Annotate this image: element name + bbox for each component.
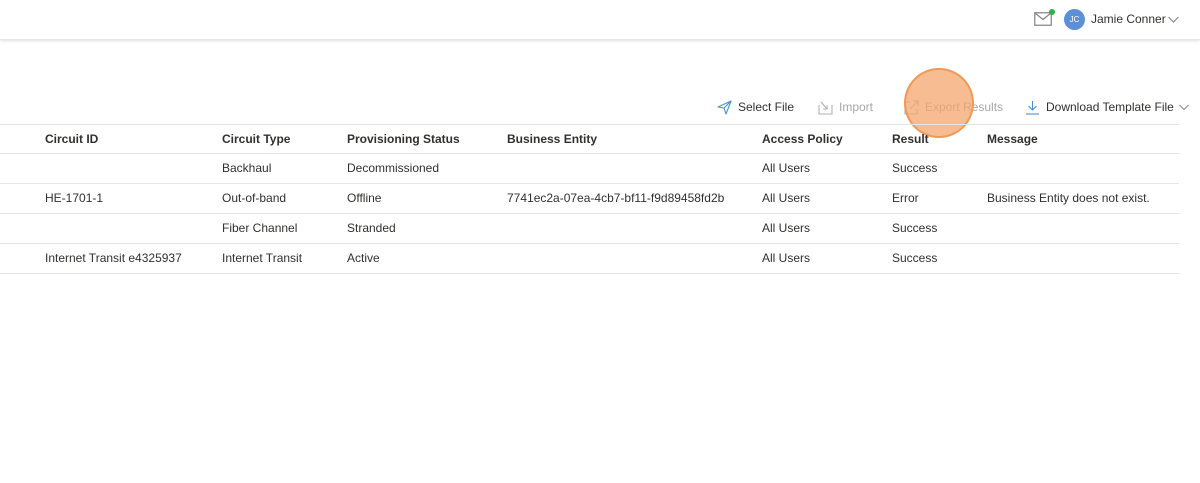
cell-circuit-type: Fiber Channel bbox=[222, 221, 298, 235]
cell-result: Success bbox=[892, 251, 938, 265]
cell-access-policy: All Users bbox=[762, 221, 811, 235]
cell-provisioning-status: Decommissioned bbox=[347, 161, 440, 175]
import-button[interactable]: Import bbox=[818, 98, 873, 116]
column-header-business-entity[interactable]: Business Entity bbox=[507, 125, 597, 153]
cell-provisioning-status: Offline bbox=[347, 191, 382, 205]
import-label: Import bbox=[839, 100, 874, 114]
column-header-circuit-type[interactable]: Circuit Type bbox=[222, 125, 290, 153]
table-header: Circuit ID Circuit Type Provisioning Sta… bbox=[0, 124, 1179, 154]
notification-dot bbox=[1049, 9, 1055, 15]
cell-circuit-type: Internet Transit bbox=[222, 251, 303, 265]
import-icon bbox=[818, 101, 833, 115]
column-header-result[interactable]: Result bbox=[892, 125, 929, 153]
cell-provisioning-status: Active bbox=[347, 251, 380, 265]
export-results-label: Export Results bbox=[925, 100, 1004, 114]
column-header-circuit-id[interactable]: Circuit ID bbox=[45, 125, 98, 153]
export-results-button[interactable]: Export Results bbox=[904, 98, 1003, 116]
table-row[interactable]: Internet Transit e4325937 Internet Trans… bbox=[0, 244, 1179, 274]
download-icon bbox=[1026, 100, 1039, 115]
table-row[interactable]: Fiber Channel Stranded All Users Success bbox=[0, 214, 1179, 244]
export-icon bbox=[904, 99, 919, 115]
avatar[interactable]: JC bbox=[1064, 9, 1085, 30]
download-template-label: Download Template File bbox=[1046, 100, 1174, 114]
download-template-button[interactable]: Download Template File bbox=[1025, 98, 1190, 116]
results-table: Circuit ID Circuit Type Provisioning Sta… bbox=[0, 124, 1179, 274]
cell-access-policy: All Users bbox=[762, 251, 811, 265]
mail-icon[interactable] bbox=[1034, 9, 1055, 26]
column-header-provisioning-status[interactable]: Provisioning Status bbox=[347, 125, 460, 153]
send-icon bbox=[717, 99, 732, 115]
column-header-message[interactable]: Message bbox=[987, 125, 1038, 153]
cell-business-entity: 7741ec2a-07ea-4cb7-bf11-f9d89458fd2b bbox=[507, 191, 725, 205]
cell-circuit-id: HE-1701-1 bbox=[45, 191, 104, 205]
table-row[interactable]: Backhaul Decommissioned All Users Succes… bbox=[0, 154, 1179, 184]
cell-circuit-id: Internet Transit e4325937 bbox=[45, 251, 182, 265]
cell-result: Error bbox=[892, 191, 919, 205]
table-row[interactable]: HE-1701-1 Out-of-band Offline 7741ec2a-0… bbox=[0, 184, 1179, 214]
cell-access-policy: All Users bbox=[762, 161, 811, 175]
cell-result: Success bbox=[892, 221, 938, 235]
top-bar: JC Jamie Conner bbox=[0, 0, 1200, 40]
cell-message: Business Entity does not exist. bbox=[987, 191, 1150, 205]
cell-circuit-type: Backhaul bbox=[222, 161, 272, 175]
cell-provisioning-status: Stranded bbox=[347, 221, 396, 235]
cell-result: Success bbox=[892, 161, 938, 175]
cell-circuit-type: Out-of-band bbox=[222, 191, 287, 205]
chevron-down-icon bbox=[1178, 104, 1189, 111]
select-file-label: Select File bbox=[738, 100, 795, 114]
column-header-access-policy[interactable]: Access Policy bbox=[762, 125, 843, 153]
chevron-down-icon[interactable] bbox=[1167, 13, 1180, 26]
select-file-button[interactable]: Select File bbox=[717, 98, 794, 116]
user-name[interactable]: Jamie Conner bbox=[1091, 12, 1166, 26]
cell-access-policy: All Users bbox=[762, 191, 811, 205]
